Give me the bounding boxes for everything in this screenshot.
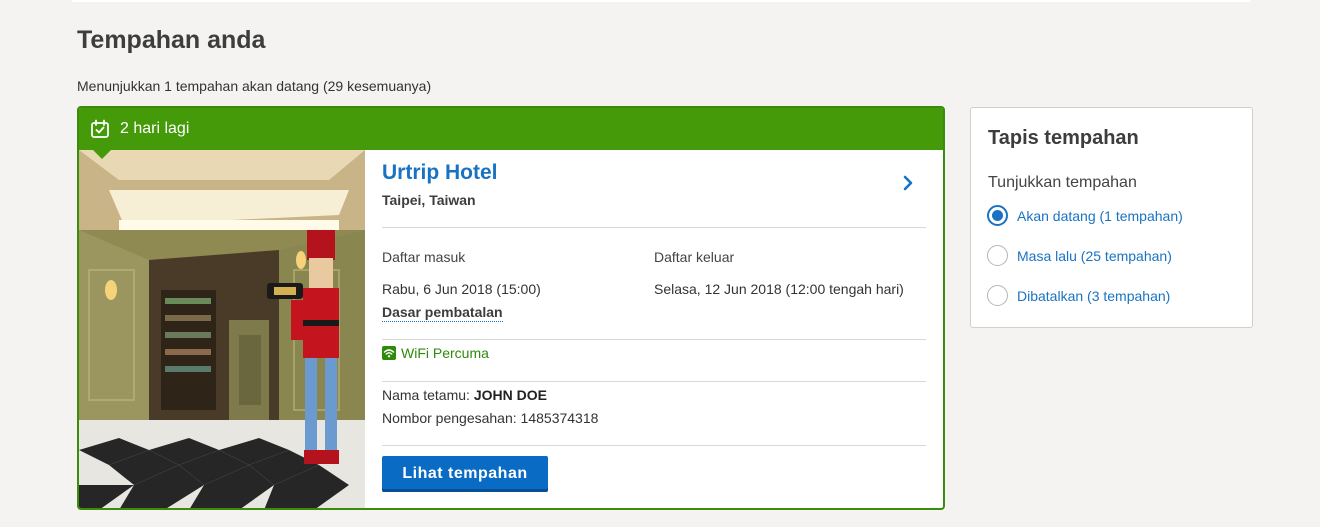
radio-button[interactable] bbox=[987, 245, 1008, 266]
booking-details: Urtrip Hotel Taipei, Taiwan Daftar masuk… bbox=[365, 150, 943, 508]
chevron-right-icon[interactable] bbox=[900, 175, 916, 191]
divider bbox=[382, 339, 926, 340]
guest-name-value: JOHN DOE bbox=[473, 387, 547, 403]
header-notch bbox=[93, 150, 111, 159]
hotel-location: Taipei, Taiwan bbox=[382, 192, 476, 208]
divider bbox=[382, 381, 926, 382]
radio-button[interactable] bbox=[987, 285, 1008, 306]
divider bbox=[382, 445, 926, 446]
confirmation-number: 1485374318 bbox=[520, 410, 599, 426]
filter-option-label[interactable]: Dibatalkan (3 tempahan) bbox=[1017, 288, 1170, 304]
guest-name-label: Nama tetamu: bbox=[382, 387, 470, 403]
hotel-photo[interactable] bbox=[79, 150, 365, 508]
filter-subtitle: Tunjukkan tempahan bbox=[988, 174, 1137, 191]
booking-filter-panel: Tapis tempahan Tunjukkan tempahan Akan d… bbox=[970, 107, 1253, 328]
cancellation-policy-link[interactable]: Dasar pembatalan bbox=[382, 304, 503, 322]
filter-option-past[interactable]: Masa lalu (25 tempahan) bbox=[987, 245, 1172, 266]
amenity-label: WiFi Percuma bbox=[401, 345, 489, 361]
view-booking-button[interactable]: Lihat tempahan bbox=[382, 456, 548, 492]
filter-option-upcoming[interactable]: Akan datang (1 tempahan) bbox=[987, 205, 1183, 226]
checkout-value: Selasa, 12 Jun 2018 (12:00 tengah hari) bbox=[654, 281, 904, 297]
top-strip bbox=[72, 0, 1250, 2]
radio-button-selected[interactable] bbox=[987, 205, 1008, 226]
checkin-value: Rabu, 6 Jun 2018 (15:00) bbox=[382, 281, 541, 297]
confirmation-line: Nombor pengesahan: 1485374318 bbox=[382, 410, 598, 426]
page-title: Tempahan anda bbox=[77, 26, 266, 54]
booking-card: 2 hari lagi Urtrip Hotel Taipei, Taiwan … bbox=[77, 106, 945, 510]
confirmation-label: Nombor pengesahan: bbox=[382, 410, 517, 426]
countdown-label: 2 hari lagi bbox=[120, 120, 190, 137]
booking-summary-text: Menunjukkan 1 tempahan akan datang (29 k… bbox=[77, 78, 432, 94]
divider bbox=[382, 227, 926, 228]
wifi-icon bbox=[382, 346, 396, 360]
guest-name-line: Nama tetamu: JOHN DOE bbox=[382, 387, 547, 403]
filter-title: Tapis tempahan bbox=[988, 127, 1139, 149]
hotel-name-link[interactable]: Urtrip Hotel bbox=[382, 161, 498, 185]
checkout-label: Daftar keluar bbox=[654, 249, 735, 265]
checkin-label: Daftar masuk bbox=[382, 249, 466, 265]
filter-option-label[interactable]: Masa lalu (25 tempahan) bbox=[1017, 248, 1172, 264]
filter-option-label[interactable]: Akan datang (1 tempahan) bbox=[1017, 208, 1183, 224]
filter-option-cancelled[interactable]: Dibatalkan (3 tempahan) bbox=[987, 285, 1170, 306]
amenity-wifi: WiFi Percuma bbox=[382, 345, 489, 361]
booking-card-header: 2 hari lagi bbox=[79, 108, 943, 150]
calendar-check-icon bbox=[90, 119, 110, 139]
